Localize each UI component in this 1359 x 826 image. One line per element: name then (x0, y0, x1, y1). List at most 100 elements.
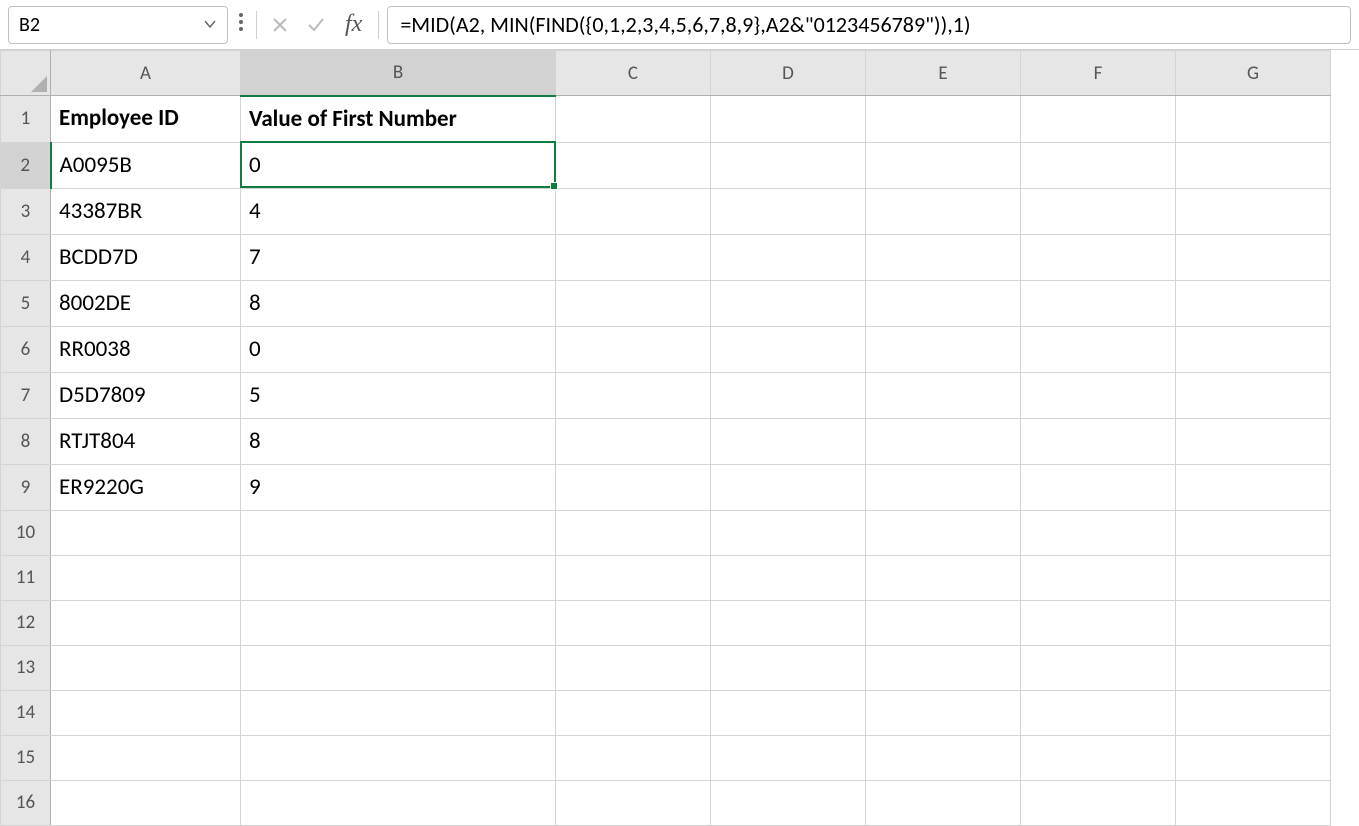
cell-F2[interactable] (1021, 142, 1176, 188)
cell-A1[interactable]: Employee ID (51, 96, 241, 143)
cell-E14[interactable] (866, 690, 1021, 735)
name-box[interactable]: B2 (8, 6, 228, 44)
cell-F1[interactable] (1021, 96, 1176, 143)
select-all-corner[interactable] (1, 51, 51, 96)
cell-A3[interactable]: 43387BR (51, 188, 241, 234)
row-header-3[interactable]: 3 (1, 188, 51, 234)
cell-F13[interactable] (1021, 645, 1176, 690)
cell-G2[interactable] (1176, 142, 1331, 188)
cell-F5[interactable] (1021, 280, 1176, 326)
cell-F8[interactable] (1021, 418, 1176, 464)
cell-E8[interactable] (866, 418, 1021, 464)
cell-A4[interactable]: BCDD7D (51, 234, 241, 280)
cell-E13[interactable] (866, 645, 1021, 690)
column-header-E[interactable]: E (866, 51, 1021, 96)
cell-C7[interactable] (556, 372, 711, 418)
column-header-D[interactable]: D (711, 51, 866, 96)
row-header-11[interactable]: 11 (1, 555, 51, 600)
cell-E16[interactable] (866, 780, 1021, 825)
cell-G4[interactable] (1176, 234, 1331, 280)
cell-D10[interactable] (711, 510, 866, 555)
cell-G16[interactable] (1176, 780, 1331, 825)
cell-D6[interactable] (711, 326, 866, 372)
cell-G15[interactable] (1176, 735, 1331, 780)
cell-F10[interactable] (1021, 510, 1176, 555)
cell-G11[interactable] (1176, 555, 1331, 600)
cell-C11[interactable] (556, 555, 711, 600)
cell-D15[interactable] (711, 735, 866, 780)
cell-B13[interactable] (241, 645, 556, 690)
cell-E6[interactable] (866, 326, 1021, 372)
cell-A13[interactable] (51, 645, 241, 690)
cell-E7[interactable] (866, 372, 1021, 418)
cell-C15[interactable] (556, 735, 711, 780)
cell-E11[interactable] (866, 555, 1021, 600)
cell-D8[interactable] (711, 418, 866, 464)
cell-F12[interactable] (1021, 600, 1176, 645)
cancel-button[interactable] (265, 10, 295, 40)
cell-C3[interactable] (556, 188, 711, 234)
row-header-2[interactable]: 2 (1, 142, 51, 188)
row-header-9[interactable]: 9 (1, 464, 51, 510)
cell-B5[interactable]: 8 (241, 280, 556, 326)
cell-C5[interactable] (556, 280, 711, 326)
cell-A7[interactable]: D5D7809 (51, 372, 241, 418)
cell-F4[interactable] (1021, 234, 1176, 280)
cell-G14[interactable] (1176, 690, 1331, 735)
cell-F14[interactable] (1021, 690, 1176, 735)
cell-G13[interactable] (1176, 645, 1331, 690)
cell-B15[interactable] (241, 735, 556, 780)
cell-G7[interactable] (1176, 372, 1331, 418)
cell-C2[interactable] (556, 142, 711, 188)
cell-C12[interactable] (556, 600, 711, 645)
column-header-C[interactable]: C (556, 51, 711, 96)
row-header-10[interactable]: 10 (1, 510, 51, 555)
cell-A15[interactable] (51, 735, 241, 780)
cell-E9[interactable] (866, 464, 1021, 510)
fx-icon[interactable]: fx (337, 11, 370, 38)
cell-B2[interactable]: 0 (241, 142, 556, 188)
cell-G3[interactable] (1176, 188, 1331, 234)
cell-D1[interactable] (711, 96, 866, 143)
cell-G12[interactable] (1176, 600, 1331, 645)
cell-C16[interactable] (556, 780, 711, 825)
cell-E12[interactable] (866, 600, 1021, 645)
row-header-7[interactable]: 7 (1, 372, 51, 418)
row-header-15[interactable]: 15 (1, 735, 51, 780)
cell-G8[interactable] (1176, 418, 1331, 464)
cell-D5[interactable] (711, 280, 866, 326)
row-header-5[interactable]: 5 (1, 280, 51, 326)
cell-F6[interactable] (1021, 326, 1176, 372)
cell-B8[interactable]: 8 (241, 418, 556, 464)
cell-B6[interactable]: 0 (241, 326, 556, 372)
enter-button[interactable] (301, 10, 331, 40)
cell-D2[interactable] (711, 142, 866, 188)
row-header-13[interactable]: 13 (1, 645, 51, 690)
column-header-A[interactable]: A (51, 51, 241, 96)
cell-D4[interactable] (711, 234, 866, 280)
cell-A14[interactable] (51, 690, 241, 735)
cell-B11[interactable] (241, 555, 556, 600)
formula-input[interactable]: =MID(A2, MIN(FIND({0,1,2,3,4,5,6,7,8,9},… (387, 6, 1351, 44)
cell-A8[interactable]: RTJT804 (51, 418, 241, 464)
cell-G10[interactable] (1176, 510, 1331, 555)
cell-A6[interactable]: RR0038 (51, 326, 241, 372)
cell-C13[interactable] (556, 645, 711, 690)
cell-C6[interactable] (556, 326, 711, 372)
cell-D14[interactable] (711, 690, 866, 735)
cell-A5[interactable]: 8002DE (51, 280, 241, 326)
chevron-down-icon[interactable] (203, 13, 217, 37)
cell-C10[interactable] (556, 510, 711, 555)
cell-F11[interactable] (1021, 555, 1176, 600)
cell-A10[interactable] (51, 510, 241, 555)
cell-C14[interactable] (556, 690, 711, 735)
cell-A11[interactable] (51, 555, 241, 600)
cell-F7[interactable] (1021, 372, 1176, 418)
row-header-8[interactable]: 8 (1, 418, 51, 464)
cell-B7[interactable]: 5 (241, 372, 556, 418)
column-header-F[interactable]: F (1021, 51, 1176, 96)
cell-C4[interactable] (556, 234, 711, 280)
cell-G9[interactable] (1176, 464, 1331, 510)
cell-B1[interactable]: Value of First Number (241, 96, 556, 143)
cell-B9[interactable]: 9 (241, 464, 556, 510)
